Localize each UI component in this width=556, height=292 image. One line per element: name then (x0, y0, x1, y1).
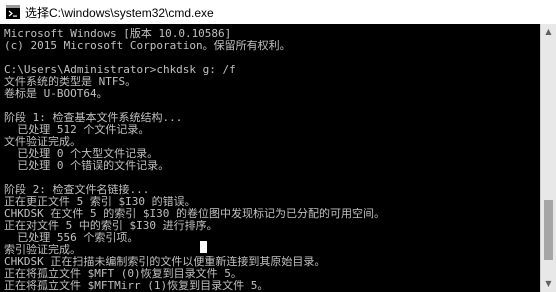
console-line: 文件验证完成。 (4, 136, 81, 148)
vertical-scrollbar[interactable]: ▲ ▼ (540, 24, 556, 292)
console-line: 已处理 556 个索引项。 (4, 232, 139, 244)
console-line: 正在对文件 5 中的索引 $I30 进行排序。 (4, 220, 218, 232)
console-line: 阶段 2: 检查文件名链接... (4, 184, 150, 196)
console-line: 正在更正文件 5 索引 $I30 的错误。 (4, 196, 196, 208)
console-line: 阶段 1: 检查基本文件系统结构... (4, 112, 183, 124)
scroll-down-arrow-icon[interactable]: ▼ (541, 276, 556, 292)
selection-cursor (200, 241, 207, 253)
console-line: CHKDSK 正在扫描未编制索引的文件以便重新连接到其原始目录。 (4, 256, 326, 268)
console-line: CHKDSK 在文件 5 的索引 $I30 的卷位图中发现标记为已分配的可用空间… (4, 208, 385, 220)
console-line: 索引验证完成。 (4, 244, 81, 256)
console-line: Microsoft Windows [版本 10.0.10586] (4, 28, 232, 40)
console-line: 正在将孤立文件 $MFT (0)恢复到目录文件 5。 (4, 268, 242, 280)
scrollbar-thumb[interactable] (544, 200, 553, 260)
console-line: 已处理 0 个错误的文件记录。 (4, 160, 170, 172)
console-text: Microsoft Windows [版本 10.0.10586] (c) 20… (4, 28, 540, 292)
console-line: (c) 2015 Microsoft Corporation。保留所有权利。 (4, 40, 291, 52)
console-line: 卷标是 U-BOOT64。 (4, 88, 108, 100)
console-line: 已处理 0 个大型文件记录。 (4, 148, 159, 160)
console-line: C:\Users\Administrator>chkdsk g: /f (4, 64, 236, 76)
console-output[interactable]: Microsoft Windows [版本 10.0.10586] (c) 20… (0, 24, 556, 292)
scroll-up-arrow-icon[interactable]: ▲ (541, 24, 556, 40)
console-line: 已处理 512 个文件记录。 (4, 124, 150, 136)
console-line: 正在将孤立文件 $MFTMirr (1)恢复到目录文件 5。 (4, 280, 269, 292)
cmd-icon (6, 5, 20, 19)
console-line: 文件系统的类型是 NTFS。 (4, 76, 137, 88)
title-bar[interactable]: 选择C:\windows\system32\cmd.exe (0, 0, 556, 24)
window-title: 选择C:\windows\system32\cmd.exe (25, 5, 214, 20)
